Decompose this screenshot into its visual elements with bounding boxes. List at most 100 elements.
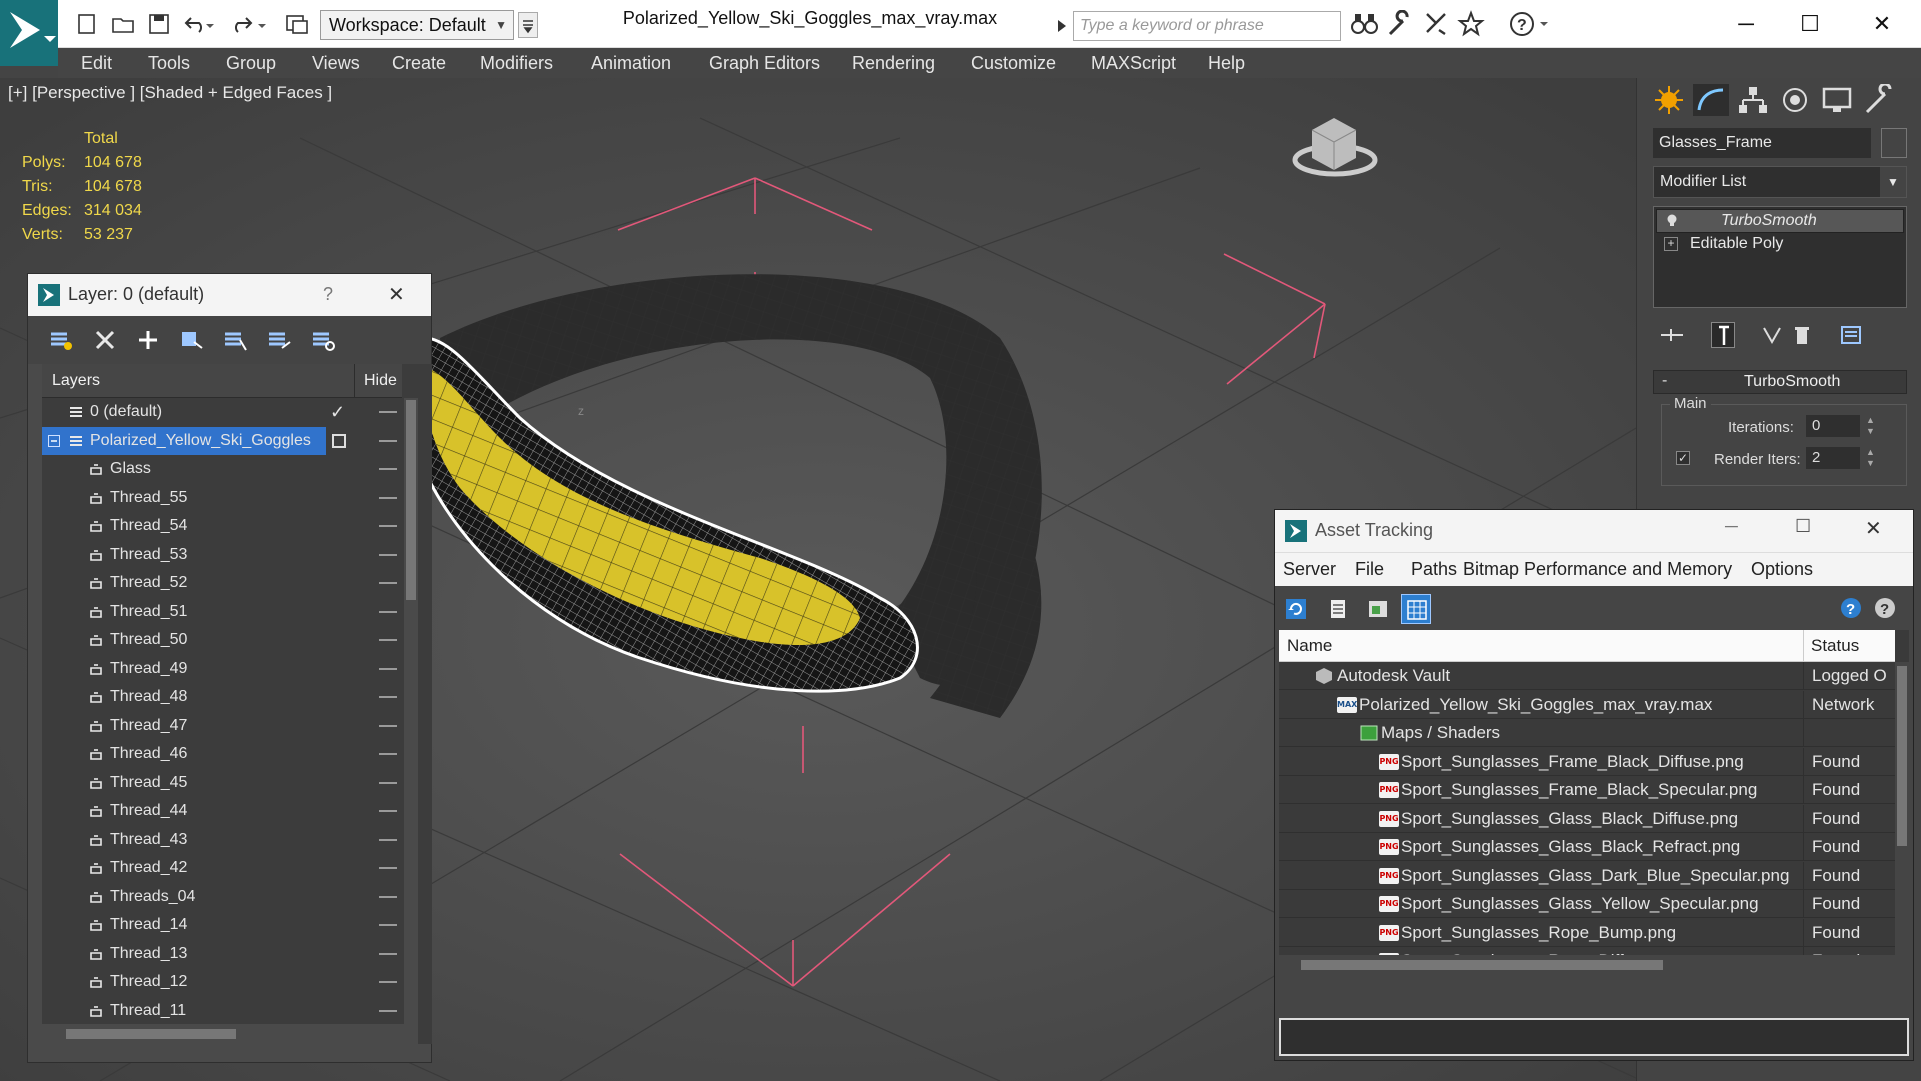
modify-tab-icon[interactable] [1693,84,1729,116]
object-row[interactable]: Thread_14 [42,911,402,939]
communication-center-icon[interactable] [1421,10,1451,35]
object-row[interactable]: Thread_51 [42,598,402,626]
object-row[interactable]: Thread_52 [42,569,402,597]
asset-path-field[interactable] [1279,1018,1909,1056]
redo-dropdown-icon[interactable] [256,12,268,36]
delete-icon[interactable] [93,328,117,352]
hide-toggle[interactable] [379,639,397,641]
motion-tab-icon[interactable] [1777,84,1813,116]
add-selection-icon[interactable] [178,328,204,352]
asset-table[interactable]: Name Status Autodesk Vault Logged O MAX Pol… [1279,630,1909,975]
highlight-layer-icon[interactable] [266,328,292,352]
hide-toggle[interactable] [379,696,397,698]
modifier-stack[interactable]: TurboSmooth + Editable Poly [1653,206,1907,308]
close-panel-button[interactable]: ✕ [388,282,405,307]
maximize-button[interactable]: ☐ [1780,4,1840,44]
hide-toggle[interactable] [379,981,397,983]
asset-row[interactable]: PNG Sport_Sunglasses_Rope_Bump.png Found [1279,918,1895,947]
add-layer-icon[interactable] [136,328,160,352]
hide-toggle[interactable] [379,468,397,470]
menu-graph-editors[interactable]: Graph Editors [709,48,820,78]
hide-toggle[interactable] [379,439,397,442]
minimize-button[interactable]: ─ [1725,516,1738,537]
col-name[interactable]: Name [1287,636,1332,656]
horizontal-scrollbar[interactable] [42,1024,418,1044]
close-window-button[interactable]: ✕ [1865,516,1882,541]
asset-tracking-header[interactable]: Asset Tracking ─ ☐ ✕ [1275,510,1913,552]
menu-group[interactable]: Group [226,48,276,78]
menu-help[interactable]: Help [1208,48,1245,78]
thumbnail-view-icon[interactable] [1367,598,1389,620]
hide-toggle[interactable] [379,411,397,413]
layer-options-icon[interactable] [310,328,336,352]
layer-list[interactable]: Layers Hide 0 (default) ✓ Polarized_Yellow… [42,364,432,1044]
menu-rendering[interactable]: Rendering [852,48,935,78]
checkmark-icon[interactable]: ✓ [330,398,345,426]
object-row[interactable]: Thread_54 [42,512,402,540]
app-logo[interactable] [0,0,58,66]
asset-menu-server[interactable]: Server [1283,559,1336,580]
scrollbar-thumb[interactable] [1897,666,1907,846]
hide-toggle[interactable] [379,867,397,869]
help-icon[interactable]: ? [1873,596,1897,620]
menu-animation[interactable]: Animation [591,48,671,78]
hide-toggle[interactable] [379,781,397,784]
asset-row[interactable]: PNG Sport_Sunglasses_Glass_Dark_Blue_Spec… [1279,861,1895,890]
asset-menu-paths[interactable]: Paths [1411,559,1457,580]
object-row[interactable]: Thread_43 [42,826,402,854]
layer-row[interactable]: 0 (default) ✓ [42,398,402,426]
asset-menu-file[interactable]: File [1355,559,1384,580]
object-row[interactable]: Thread_55 [42,484,402,512]
make-unique-icon[interactable] [1759,324,1785,346]
menu-modifiers[interactable]: Modifiers [480,48,553,78]
lightbulb-icon[interactable] [1665,213,1679,227]
spinner-arrows-icon[interactable]: ▲ ▼ [1866,415,1878,437]
collapse-minus-icon[interactable] [48,434,60,447]
object-row[interactable]: Glass [42,455,402,483]
search-input[interactable]: Type a keyword or phrase [1073,11,1341,41]
workspace-dropdown[interactable]: Workspace: Default ▼ [320,10,514,40]
undo-dropdown-icon[interactable] [204,12,216,36]
table-view-icon[interactable] [1401,594,1431,624]
object-row[interactable]: Threads_04 [42,883,402,911]
object-row[interactable]: Thread_50 [42,626,402,654]
hide-toggle[interactable] [379,667,397,670]
object-row[interactable]: Thread_46 [42,740,402,768]
object-row[interactable]: Thread_53 [42,541,402,569]
vertical-scrollbar[interactable] [404,398,418,1024]
asset-row[interactable]: PNG Sport_Sunglasses_Glass_Yellow_Specula… [1279,890,1895,918]
asset-row[interactable]: PNG Sport_Sunglasses_Frame_Black_Diffuse.… [1279,747,1895,776]
expand-plus-icon[interactable]: + [1664,237,1678,251]
configure-sets-icon[interactable] [1839,324,1865,346]
layer-row[interactable]: Polarized_Yellow_Ski_Goggles [42,426,397,455]
object-color-swatch[interactable] [1881,128,1907,158]
binoculars-icon[interactable] [1350,10,1380,34]
asset-menu-bitmap-performance[interactable]: Bitmap Performance and Memory [1463,559,1732,580]
col-status[interactable]: Status [1811,636,1859,656]
spinner-arrows-icon[interactable]: ▲ ▼ [1866,447,1878,469]
rollout-toggle[interactable]: - [1662,372,1667,390]
hide-toggle[interactable] [379,895,397,898]
hide-toggle[interactable] [379,496,397,499]
utilities-tab-icon[interactable] [1861,84,1897,116]
menu-create[interactable]: Create [392,48,446,78]
hide-toggle[interactable] [379,724,397,727]
help-icon[interactable]: ? [1508,10,1552,36]
hide-toggle[interactable] [379,924,397,926]
redo-icon[interactable] [228,12,254,36]
menu-customize[interactable]: Customize [971,48,1056,78]
new-file-icon[interactable] [74,12,100,36]
turbosmooth-rollout-header[interactable]: - TurboSmooth [1653,370,1907,394]
stack-item-turbosmooth[interactable]: TurboSmooth [1656,209,1904,233]
object-row[interactable]: Thread_49 [42,655,402,683]
horizontal-scrollbar[interactable] [1279,955,1895,975]
project-folder-icon[interactable] [284,12,310,36]
create-tab-icon[interactable] [1651,84,1687,116]
minimize-button[interactable]: ─ [1716,4,1776,44]
menu-tools[interactable]: Tools [148,48,190,78]
asset-row[interactable]: PNG Sport_Sunglasses_Glass_Black_Refract.… [1279,833,1895,861]
wrench-key-icon[interactable] [1385,10,1415,36]
menu-views[interactable]: Views [312,48,360,78]
col-layers[interactable]: Layers [52,372,100,390]
asset-row[interactable]: Maps / Shaders [1279,719,1895,747]
